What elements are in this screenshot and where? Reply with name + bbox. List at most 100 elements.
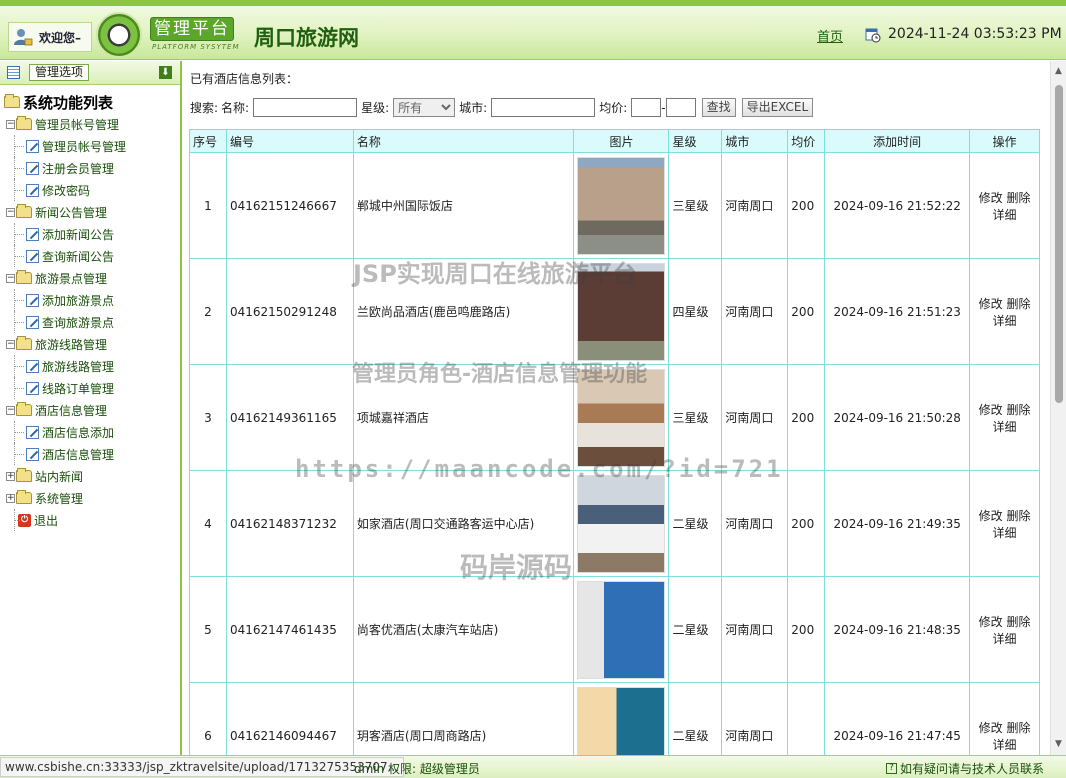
tree-item-query-news[interactable]: 查询新闻公告 (0, 245, 180, 267)
col-header: 名称 (352, 129, 575, 153)
vertical-scrollbar[interactable]: ▲ ▼ (1050, 61, 1066, 755)
col-header: 城市 (721, 129, 789, 153)
tree-root[interactable]: 系统功能列表 (0, 91, 180, 113)
delete-link[interactable]: 删除 (1006, 191, 1030, 205)
detail-link[interactable]: 详细 (993, 208, 1017, 222)
edit-note-icon (26, 447, 39, 461)
tree-group-hotels[interactable]: − 酒店信息管理 (0, 399, 180, 421)
edit-link[interactable]: 修改 (979, 721, 1003, 735)
delete-link[interactable]: 删除 (1006, 509, 1030, 523)
user-icon (14, 29, 33, 46)
platform-sub-label: PLATFORM SYSYTEM (152, 43, 240, 51)
folder-icon (16, 468, 32, 482)
tree-item-add-news[interactable]: 添加新闻公告 (0, 223, 180, 245)
cell-ops: 修改 删除 详细 (969, 258, 1040, 365)
cell-star: 二星级 (668, 576, 723, 683)
detail-link[interactable]: 详细 (993, 738, 1017, 752)
cell-price: 200 (787, 576, 826, 683)
edit-link[interactable]: 修改 (979, 615, 1003, 629)
detail-link[interactable]: 详细 (993, 420, 1017, 434)
price-min-input[interactable] (631, 98, 662, 117)
cell-code: 04162147461435 (225, 576, 354, 683)
scroll-down-icon[interactable]: ▼ (1055, 739, 1062, 749)
star-select[interactable]: 所有 (393, 98, 456, 117)
tree-item-change-password[interactable]: 修改密码 (0, 179, 180, 201)
site-title: 周口旅游网 (254, 25, 359, 50)
tree-item-query-scenic[interactable]: 查询旅游景点 (0, 311, 180, 333)
edit-link[interactable]: 修改 (979, 403, 1003, 417)
delete-link[interactable]: 删除 (1006, 297, 1030, 311)
price-max-input[interactable] (665, 98, 696, 117)
edit-link[interactable]: 修改 (979, 509, 1003, 523)
edit-note-icon (26, 139, 39, 153)
cell-city: 河南周口 (721, 576, 789, 683)
cell-image (573, 258, 670, 365)
grid-icon (7, 66, 20, 79)
tree-item-hotel-add[interactable]: 酒店信息添加 (0, 421, 180, 443)
cell-code: 04162148371232 (225, 470, 354, 577)
cell-star: 二星级 (668, 470, 723, 577)
detail-link[interactable]: 详细 (993, 314, 1017, 328)
tree-item-exit[interactable]: ⏻ 退出 (0, 509, 180, 531)
tree-item-route-manage[interactable]: 旅游线路管理 (0, 355, 180, 377)
tree-group-routes[interactable]: − 旅游线路管理 (0, 333, 180, 355)
tree-item-hotel-manage[interactable]: 酒店信息管理 (0, 443, 180, 465)
search-button[interactable]: 查找 (701, 98, 736, 117)
tree-root-label: 系统功能列表 (23, 93, 114, 112)
minus-toggle-icon[interactable]: − (6, 207, 15, 217)
tree-item-add-scenic[interactable]: 添加旅游景点 (0, 289, 180, 311)
minus-toggle-icon[interactable]: − (6, 119, 15, 129)
minus-toggle-icon[interactable]: − (6, 405, 15, 415)
plus-toggle-icon[interactable]: + (6, 493, 15, 503)
scroll-up-icon[interactable]: ▲ (1055, 66, 1062, 76)
hotel-photo-image[interactable] (577, 580, 666, 679)
tree-group-news[interactable]: − 新闻公告管理 (0, 201, 180, 223)
edit-note-icon (26, 315, 39, 329)
hotel-photo-image[interactable] (577, 368, 666, 467)
welcome-text: 欢迎您– (39, 30, 82, 45)
city-label: 城市: (459, 101, 488, 115)
help-contact[interactable]: ? 如有疑问请与技术人员联系 (885, 760, 1044, 777)
header-top-line (0, 0, 1066, 6)
cell-ops: 修改 删除 详细 (969, 576, 1040, 683)
collapse-down-icon[interactable]: ⬇ (159, 66, 172, 79)
detail-link[interactable]: 详细 (993, 526, 1017, 540)
tree-item-members[interactable]: 注册会员管理 (0, 157, 180, 179)
edit-note-icon (26, 425, 39, 439)
cell-time: 2024-09-16 21:52:22 (824, 152, 971, 259)
hotel-photo-image[interactable] (577, 156, 666, 255)
hotel-photo-image[interactable] (577, 474, 666, 573)
home-link[interactable]: 首页 (817, 26, 843, 45)
cell-image (573, 576, 670, 683)
delete-link[interactable]: 删除 (1006, 615, 1030, 629)
name-input[interactable] (253, 98, 358, 117)
hotel-table: 序号 编号 名称 图片 星级 城市 均价 添加时间 操作 1 041621512… (189, 129, 1040, 778)
export-excel-button[interactable]: 导出EXCEL (741, 98, 814, 117)
minus-toggle-icon[interactable]: − (6, 273, 15, 283)
tree-group-admin[interactable]: − 管理员帐号管理 (0, 113, 180, 135)
help-question-icon: ? (885, 763, 897, 774)
delete-link[interactable]: 删除 (1006, 403, 1030, 417)
welcome-box: 欢迎您– (8, 22, 92, 52)
edit-note-icon (26, 359, 39, 373)
cell-name: 兰欧尚品酒店(鹿邑鸣鹿路店) (352, 258, 575, 365)
cell-code: 04162149361165 (225, 364, 354, 471)
edit-link[interactable]: 修改 (979, 297, 1003, 311)
detail-link[interactable]: 详细 (993, 632, 1017, 646)
cell-city: 河南周口 (721, 152, 789, 259)
calendar-clock-icon (865, 28, 881, 43)
tree-item-admin-accounts[interactable]: 管理员帐号管理 (0, 135, 180, 157)
current-datetime: 2024-11-24 03:53:23 PM (888, 26, 1062, 42)
tree-group-site-news[interactable]: + 站内新闻 (0, 465, 180, 487)
folder-icon (16, 116, 32, 130)
minus-toggle-icon[interactable]: − (6, 339, 15, 349)
tree-group-system[interactable]: + 系统管理 (0, 487, 180, 509)
delete-link[interactable]: 删除 (1006, 721, 1030, 735)
tree-group-scenic[interactable]: − 旅游景点管理 (0, 267, 180, 289)
edit-link[interactable]: 修改 (979, 191, 1003, 205)
tree-item-route-orders[interactable]: 线路订单管理 (0, 377, 180, 399)
scroll-thumb[interactable] (1055, 85, 1063, 403)
plus-toggle-icon[interactable]: + (6, 471, 15, 481)
city-input[interactable] (491, 98, 596, 117)
hotel-photo-image[interactable] (577, 262, 666, 361)
